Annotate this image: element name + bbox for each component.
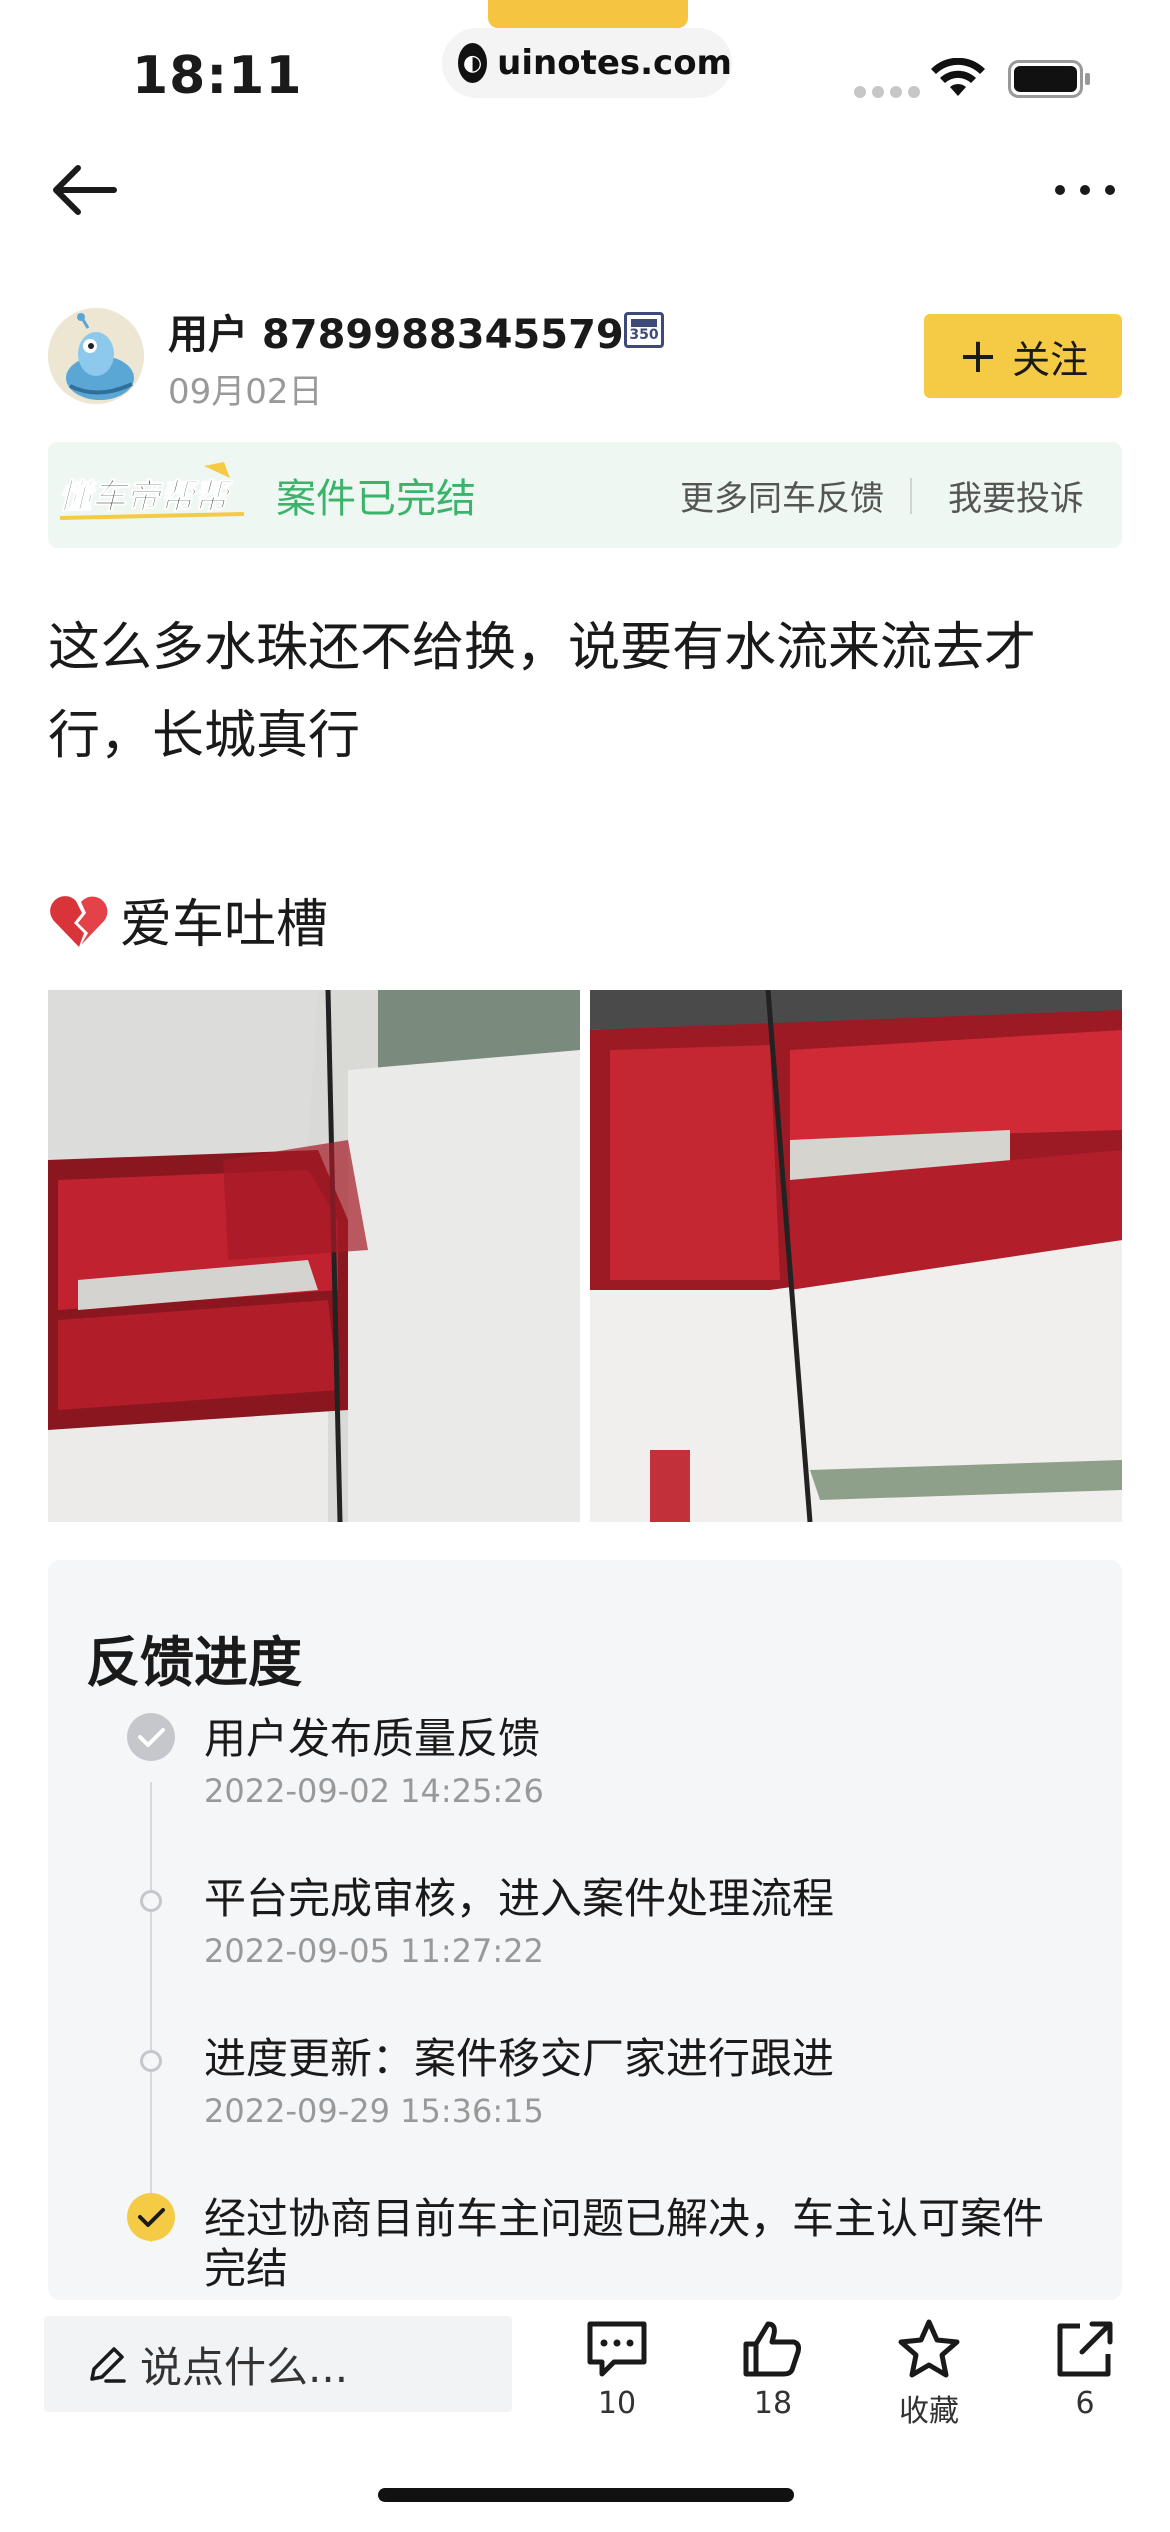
progress-step: 平台完成审核，进入案件处理流程 2022-09-05 11:27:22 bbox=[204, 1874, 1084, 1970]
progress-step: 用户发布质量反馈 2022-09-02 14:25:26 bbox=[204, 1714, 1084, 1810]
author-name[interactable]: 用户 8789988345579 bbox=[168, 302, 624, 360]
follow-label: 关注 bbox=[1012, 337, 1089, 382]
comment-placeholder: 说点什么... bbox=[140, 2342, 349, 2392]
site-logo-icon: ◐ bbox=[458, 43, 488, 83]
home-indicator bbox=[378, 2488, 794, 2502]
progress-title: 反馈进度 bbox=[86, 1631, 302, 1694]
share-count: 6 bbox=[1075, 2386, 1095, 2421]
more-options-icon[interactable] bbox=[1052, 178, 1118, 202]
post-photo-1[interactable] bbox=[48, 990, 580, 1522]
comment-button[interactable]: 10 bbox=[562, 2318, 672, 2421]
broken-heart-icon bbox=[50, 895, 108, 947]
step-time: 2022-09-05 11:27:22 bbox=[204, 1932, 544, 1970]
step-time: 2022-09-29 15:36:15 bbox=[204, 2092, 544, 2130]
avatar[interactable] bbox=[48, 308, 144, 404]
more-feedback-link[interactable]: 更多同车反馈 bbox=[680, 471, 884, 520]
step-time: 2022-09-02 14:25:26 bbox=[204, 1772, 544, 1810]
plus-icon: + bbox=[957, 328, 999, 384]
comment-icon bbox=[587, 2321, 647, 2377]
level-badge: 350 bbox=[624, 312, 664, 348]
topic-tag[interactable]: 爱车吐槽 bbox=[48, 882, 328, 957]
app-pill bbox=[488, 0, 688, 28]
timeline-dot-icon bbox=[140, 2050, 162, 2072]
url-text: uinotes.com bbox=[497, 43, 732, 83]
comments-count: 10 bbox=[597, 2386, 637, 2421]
progress-step: 经过协商目前车主问题已解决，车主认可案件完结 bbox=[204, 2194, 1084, 2294]
likes-count: 18 bbox=[753, 2386, 793, 2421]
dongchedi-bangbang-logo: 懂车帝帮帮 bbox=[58, 462, 245, 520]
step-title: 经过协商目前车主问题已解决，车主认可案件完结 bbox=[204, 2194, 1045, 2293]
share-button[interactable]: 6 bbox=[1030, 2318, 1140, 2421]
share-icon bbox=[1057, 2321, 1113, 2377]
wifi-icon bbox=[931, 58, 985, 96]
like-button[interactable]: 18 bbox=[718, 2318, 828, 2421]
back-arrow-icon[interactable] bbox=[48, 160, 120, 220]
case-status: 案件已完结 bbox=[276, 476, 476, 522]
post-date: 09月02日 bbox=[168, 372, 323, 412]
star-icon bbox=[898, 2319, 960, 2378]
progress-step: 进度更新：案件移交厂家进行跟进 2022-09-29 15:36:15 bbox=[204, 2034, 1084, 2130]
favorite-button[interactable]: 收藏 bbox=[874, 2318, 984, 2430]
check-circle-icon bbox=[127, 1713, 175, 1761]
post-photo-2[interactable] bbox=[590, 990, 1122, 1522]
url-pill: ◐ uinotes.com bbox=[442, 28, 732, 98]
timeline-line bbox=[150, 1782, 152, 2242]
signal-icon bbox=[854, 86, 920, 98]
divider bbox=[910, 478, 912, 514]
complain-link[interactable]: 我要投诉 bbox=[948, 471, 1084, 520]
avatar-image bbox=[48, 308, 144, 404]
check-circle-yellow-icon bbox=[127, 2193, 175, 2241]
status-bar: 18:11 ◐ uinotes.com bbox=[0, 0, 1170, 130]
case-banner: 懂车帝帮帮 案件已完结 更多同车反馈 我要投诉 bbox=[48, 442, 1122, 548]
favorite-label: 收藏 bbox=[899, 2394, 959, 2429]
step-title: 平台完成审核，进入案件处理流程 bbox=[204, 1874, 835, 1923]
timeline-dot-icon bbox=[140, 1890, 162, 1912]
step-title: 进度更新：案件移交厂家进行跟进 bbox=[204, 2034, 835, 2083]
topic-label: 爱车吐槽 bbox=[120, 895, 329, 955]
logo-text: 懂车帝帮帮 bbox=[58, 477, 234, 517]
follow-button[interactable]: + 关注 bbox=[924, 314, 1122, 398]
step-title: 用户发布质量反馈 bbox=[204, 1714, 541, 1763]
comment-input[interactable]: 说点什么... bbox=[44, 2316, 512, 2412]
pencil-icon bbox=[90, 2347, 126, 2383]
battery-icon bbox=[1008, 60, 1090, 98]
progress-card: 反馈进度 用户发布质量反馈 2022-09-02 14:25:26 平台完成审核… bbox=[48, 1560, 1122, 2300]
post-text: 这么多水珠还不给换，说要有水流来流去才行，长城真行 bbox=[48, 618, 1037, 766]
status-time: 18:11 bbox=[132, 46, 303, 106]
thumbs-up-icon bbox=[743, 2321, 801, 2377]
